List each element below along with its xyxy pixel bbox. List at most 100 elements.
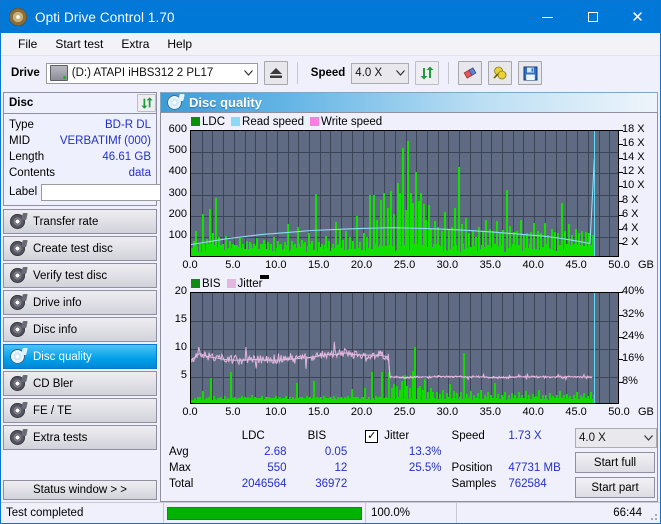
sidebar-item-disc-info[interactable]: Disc info — [3, 317, 157, 342]
test-speed-value: 4.0 X — [579, 432, 606, 444]
elapsed-time: 66:44 — [457, 503, 660, 523]
legend-bis: BIS — [191, 278, 221, 290]
sidebar-item-verify-test-disc[interactable]: Verify test disc — [3, 263, 157, 288]
title-bar: Opti Drive Control 1.70 ✕ — [1, 1, 660, 33]
chevron-down-icon — [241, 64, 257, 83]
legend-swatch-icon — [231, 117, 240, 126]
menu-file[interactable]: File — [9, 35, 46, 53]
quality-chart-legend: LDC Read speed Write speed — [161, 115, 657, 128]
disc-row-length: Length 46.61 GB — [9, 149, 151, 165]
erase-button[interactable] — [458, 61, 482, 85]
disc-icon — [10, 349, 25, 364]
disc-row-contents: Contents data — [9, 165, 151, 181]
window-title: Opti Drive Control 1.70 — [35, 10, 525, 25]
y2-tick-label: 8 X — [622, 194, 639, 206]
check-icon: ✓ — [367, 431, 376, 442]
position-value: 47731 MB — [508, 460, 571, 476]
minimize-icon — [542, 17, 553, 18]
maximize-button[interactable] — [570, 1, 615, 33]
x-tick-label: 15.0 — [306, 406, 332, 418]
stats-row-labels: Avg Max Total — [161, 428, 220, 498]
chevron-down-icon — [640, 429, 656, 448]
disc-icon — [10, 376, 25, 391]
y2-tick-label: 10 X — [622, 179, 645, 191]
start-full-button[interactable]: Start full — [575, 452, 655, 473]
jitter-checkbox[interactable]: ✓ — [365, 430, 378, 443]
app-body: Disc Type BD-R DL MID VERBATIMf (000) Le… — [1, 90, 660, 502]
stats-ldc-avg: 2.68 — [220, 444, 287, 460]
disc-refresh-button[interactable] — [137, 94, 156, 112]
y2-tick-label: 18 X — [622, 123, 645, 135]
stats-col-ldc: LDC 2.68 550 2046564 — [220, 428, 287, 498]
jitter-label: Jitter — [384, 430, 409, 442]
disc-icon — [10, 268, 25, 283]
sidebar-item-extra-tests[interactable]: Extra tests — [3, 425, 157, 450]
resize-grip[interactable] — [648, 511, 658, 521]
sidebar-item-transfer-rate[interactable]: Transfer rate — [3, 209, 157, 234]
quality-chart: LDC Read speed Write speed 100 200 300 400 5… — [161, 113, 657, 277]
speed-select[interactable]: 4.0 X — [351, 63, 409, 84]
sidebar-spacer — [1, 450, 159, 480]
disc-quality-panel: LDC Read speed Write speed 100 200 300 400 5… — [160, 112, 658, 502]
disc-icon — [10, 403, 25, 418]
speed-select-value: 4.0 X — [355, 67, 382, 79]
drive-select[interactable]: (D:) ATAPI iHBS312 2 PL17 — [46, 63, 258, 84]
samples-value: 762584 — [508, 476, 571, 492]
sidebar-item-label: FE / TE — [33, 405, 72, 417]
sidebar: Disc Type BD-R DL MID VERBATIMf (000) Le… — [1, 90, 159, 502]
start-part-button[interactable]: Start part — [575, 477, 655, 498]
x-tick-label: 25.0 — [392, 406, 418, 418]
stats-col-meta-labels: Speed Position Samples — [446, 428, 509, 498]
eject-button[interactable] — [264, 61, 288, 85]
y-tick-label: 15 — [161, 313, 187, 325]
status-window-button[interactable]: Status window > > — [3, 480, 157, 500]
save-icon — [523, 66, 538, 81]
bis-jitter-plot-area[interactable] — [190, 292, 619, 404]
sidebar-item-disc-quality[interactable]: Disc quality — [3, 344, 157, 369]
menu-start-test[interactable]: Start test — [46, 35, 112, 53]
save-button[interactable] — [518, 61, 542, 85]
stats-bis-max: 12 — [287, 460, 348, 476]
page-title: Disc quality — [189, 95, 262, 110]
menu-help[interactable]: Help — [158, 35, 201, 53]
sidebar-item-cd-bler[interactable]: CD Bler — [3, 371, 157, 396]
disc-panel-title: Disc — [9, 97, 33, 109]
disc-row-mid: MID VERBATIMf (000) — [9, 133, 151, 149]
disc-icon — [10, 214, 25, 229]
toolbar-divider — [297, 62, 298, 84]
y-tick-label: 100 — [161, 229, 187, 241]
x-tick-label: 50.0 — [606, 406, 632, 418]
y-tick-label: 300 — [161, 187, 187, 199]
stats-header-ldc: LDC — [220, 428, 287, 444]
y-tick-label: 600 — [161, 123, 187, 135]
legend-label: LDC — [202, 116, 225, 128]
drive-select-value: (D:) ATAPI iHBS312 2 PL17 — [72, 67, 213, 79]
minimize-button[interactable] — [525, 1, 570, 33]
y2-tick-label: 12 X — [622, 165, 645, 177]
quality-plot-area[interactable] — [190, 130, 619, 257]
bulb-button[interactable] — [488, 61, 512, 85]
refresh-button[interactable] — [415, 61, 439, 85]
menu-extra[interactable]: Extra — [112, 35, 158, 53]
stats-jitter-blank — [365, 476, 445, 492]
sidebar-item-drive-info[interactable]: Drive info — [3, 290, 157, 315]
disc-icon — [10, 295, 25, 310]
close-button[interactable]: ✕ — [615, 1, 660, 33]
stats-label-total: Total — [169, 476, 220, 492]
x-tick-label: 35.0 — [477, 259, 503, 271]
app-icon — [9, 8, 27, 26]
stats-jitter-avg: 13.3% — [365, 444, 445, 460]
refresh-icon — [140, 96, 154, 110]
x-tick-label: 45.0 — [563, 259, 589, 271]
sidebar-item-label: Disc info — [33, 324, 77, 336]
refresh-icon — [419, 65, 435, 81]
x-tick-label: 40.0 — [520, 406, 546, 418]
disc-label-row: Label — [9, 183, 151, 201]
sidebar-item-label: CD Bler — [33, 378, 73, 390]
sidebar-item-create-test-disc[interactable]: Create test disc — [3, 236, 157, 261]
test-speed-select[interactable]: 4.0 X — [575, 428, 657, 448]
sidebar-item-fe-te[interactable]: FE / TE — [3, 398, 157, 423]
jitter-header: ✓ Jitter — [365, 428, 445, 444]
drive-icon — [50, 65, 68, 81]
x-tick-label: 25.0 — [392, 259, 418, 271]
